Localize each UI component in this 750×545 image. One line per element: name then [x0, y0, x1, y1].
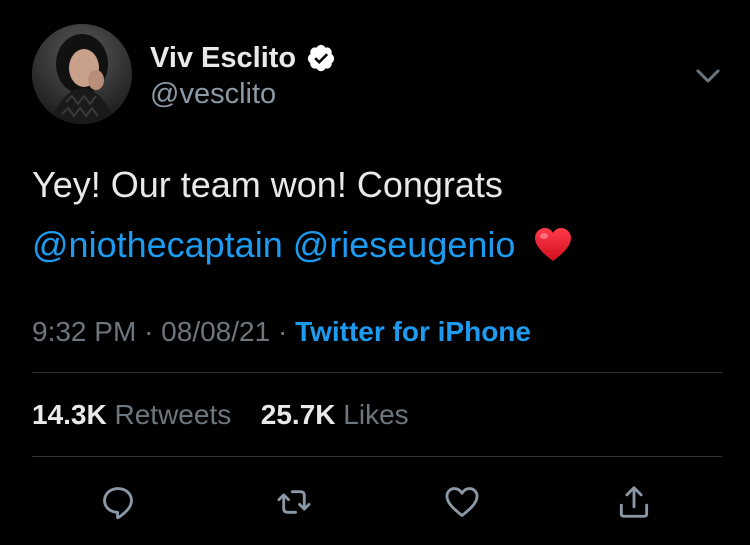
divider [32, 456, 722, 457]
tweet-source-link[interactable]: Twitter for iPhone [295, 316, 531, 347]
reply-button[interactable] [96, 480, 140, 524]
avatar-photo [32, 24, 132, 124]
retweets-count[interactable]: 14.3K [32, 399, 107, 430]
divider [32, 372, 722, 373]
tweet-text-line1: Yey! Our team won! Congrats [32, 164, 503, 205]
display-name[interactable]: Viv Esclito [150, 40, 296, 76]
share-icon [619, 486, 649, 518]
mention-link[interactable]: @rieseugenio [293, 224, 516, 265]
chevron-down-icon[interactable] [694, 62, 722, 90]
retweet-button[interactable] [272, 480, 316, 524]
retweet-icon [277, 490, 311, 514]
verified-badge-icon [306, 43, 336, 73]
tweet-card: Viv Esclito @vesclito Yey! Our team won!… [0, 0, 750, 545]
tweet-text-line2: @niothecaptain @rieseugenio [32, 222, 573, 268]
like-button[interactable] [440, 480, 484, 524]
likes-count[interactable]: 25.7K [261, 399, 336, 430]
reply-icon [103, 487, 133, 520]
tweet-stats: 14.3K Retweets 25.7K Likes [32, 395, 409, 435]
mention-link[interactable]: @niothecaptain [32, 224, 283, 265]
tweet-date: 08/08/21 [161, 316, 271, 347]
likes-label[interactable]: Likes [343, 399, 408, 430]
user-handle[interactable]: @vesclito [150, 76, 276, 112]
share-button[interactable] [612, 480, 656, 524]
meta-separator: · [277, 316, 288, 347]
tweet-time: 9:32 PM [32, 316, 137, 347]
name-row: Viv Esclito [150, 40, 336, 76]
tweet-meta: 9:32 PM · 08/08/21 · Twitter for iPhone [32, 312, 531, 352]
retweets-label[interactable]: Retweets [115, 399, 232, 430]
red-heart-icon [533, 227, 573, 263]
meta-separator: · [144, 316, 154, 347]
avatar[interactable] [32, 24, 132, 124]
like-heart-icon [445, 487, 479, 517]
